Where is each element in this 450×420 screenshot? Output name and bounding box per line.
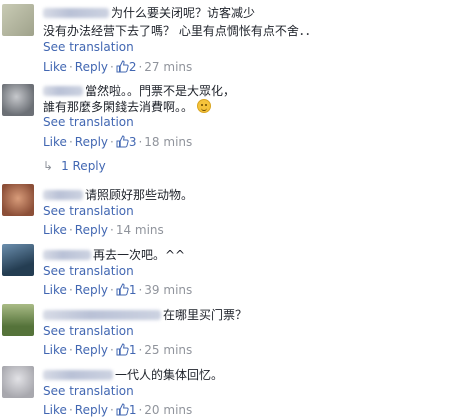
comment-text-line: 请照顾好那些动物。 — [43, 188, 193, 202]
avatar[interactable] — [2, 244, 34, 276]
reply-link[interactable]: Reply — [75, 60, 108, 74]
comment-actions: Like · Reply · 1 · 25 mins — [43, 343, 193, 359]
see-translation-link[interactable]: See translation — [43, 204, 134, 218]
commenter-name-blurred[interactable] — [43, 190, 83, 200]
see-translation-link[interactable]: See translation — [43, 324, 134, 338]
comment-actions: Like · Reply · 14 mins — [43, 223, 164, 237]
timestamp[interactable]: 14 mins — [116, 223, 164, 237]
timestamp[interactable]: 39 mins — [144, 283, 192, 297]
like-link[interactable]: Like — [43, 283, 67, 297]
timestamp[interactable]: 18 mins — [144, 135, 192, 149]
thumbs-up-icon[interactable] — [116, 343, 129, 359]
timestamp[interactable]: 20 mins — [144, 403, 192, 417]
commenter-name-blurred[interactable] — [43, 8, 109, 18]
comment-actions: Like · Reply · 1 · 20 mins — [43, 403, 193, 419]
see-translation-link[interactable]: See translation — [43, 384, 134, 398]
avatar[interactable] — [2, 4, 34, 36]
like-link[interactable]: Like — [43, 343, 67, 357]
comment-text-line: 没有办法经营下去了嗎？ 心里有点惆怅有点不舍．． — [43, 24, 317, 38]
comment-text-line: 當然啦。。門票不是大眾化， — [43, 84, 235, 98]
reply-link[interactable]: Reply — [75, 403, 108, 417]
thumbs-up-icon[interactable] — [116, 403, 129, 419]
comment-actions: Like · Reply · 3 · 18 mins — [43, 135, 193, 151]
comment-text-line: 誰有那麼多閑錢去消費啊。。 — [43, 99, 211, 114]
reply-link[interactable]: Reply — [75, 223, 108, 237]
like-link[interactable]: Like — [43, 135, 67, 149]
like-link[interactable]: Like — [43, 223, 67, 237]
commenter-name-blurred[interactable] — [43, 86, 83, 96]
see-translation-link[interactable]: See translation — [43, 264, 134, 278]
thumbs-up-icon[interactable] — [116, 135, 129, 151]
see-translation-link[interactable]: See translation — [43, 115, 134, 129]
timestamp[interactable]: 25 mins — [144, 343, 192, 357]
comment-text-line: 再去一次吧。^^ — [43, 248, 185, 262]
like-link[interactable]: Like — [43, 60, 67, 74]
reply-link[interactable]: Reply — [75, 283, 108, 297]
comment-text-line: 在哪里买门票？ — [43, 308, 247, 322]
comment-text-line: 为什么要关闭呢？访客减少 — [43, 6, 255, 20]
see-translation-link[interactable]: See translation — [43, 40, 134, 54]
comment-actions: Like · Reply · 1 · 39 mins — [43, 283, 193, 299]
comment-text-line: 一代人的集体回忆。 — [43, 368, 223, 382]
commenter-name-blurred[interactable] — [43, 250, 91, 260]
thumbs-up-icon[interactable] — [116, 60, 129, 76]
reply-link[interactable]: Reply — [75, 135, 108, 149]
avatar[interactable] — [2, 184, 34, 216]
avatar[interactable] — [2, 84, 34, 116]
thumbs-up-icon[interactable] — [116, 283, 129, 299]
avatar[interactable] — [2, 304, 34, 336]
avatar[interactable] — [2, 366, 34, 398]
reply-arrow-icon: ↳ — [43, 159, 54, 173]
reply-link[interactable]: Reply — [75, 343, 108, 357]
comment-actions: Like · Reply · 2 · 27 mins — [43, 60, 193, 76]
timestamp[interactable]: 27 mins — [144, 60, 192, 74]
grinning-emoji-icon — [196, 99, 211, 113]
commenter-name-blurred[interactable] — [43, 370, 113, 380]
commenter-name-blurred[interactable] — [43, 310, 161, 320]
comment-feed: 为什么要关闭呢？访客减少 没有办法经营下去了嗎？ 心里有点惆怅有点不舍．． Se… — [0, 0, 450, 420]
like-link[interactable]: Like — [43, 403, 67, 417]
view-replies-link[interactable]: ↳ 1 Reply — [43, 159, 106, 173]
